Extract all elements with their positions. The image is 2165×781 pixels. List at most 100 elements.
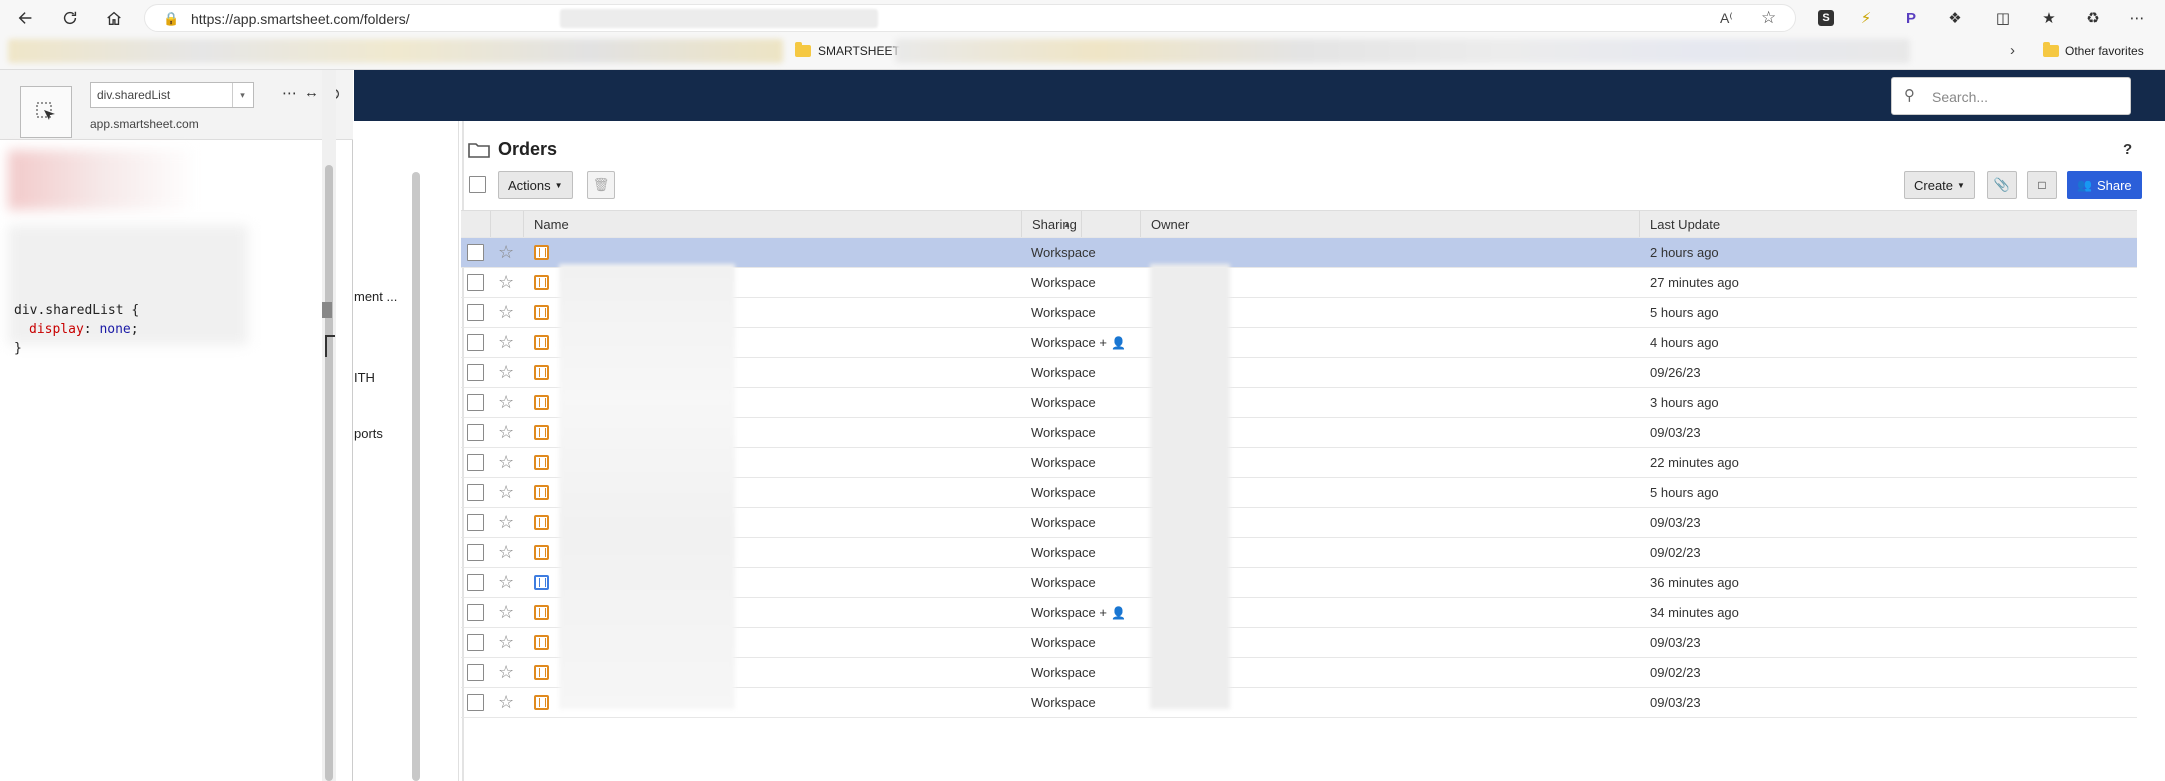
share-button[interactable]: 👥 Share [2067, 171, 2142, 199]
css-rule[interactable]: div.sharedList { display: none; } [14, 301, 139, 358]
favorite-star-icon[interactable]: ☆ [498, 662, 514, 683]
favorite-star-icon[interactable]: ☆ [498, 512, 514, 533]
sharing-cell: Workspace [1031, 425, 1096, 440]
header-checkbox-col [461, 211, 491, 237]
create-button[interactable]: Create ▼ [1904, 171, 1975, 199]
favorite-star-icon[interactable]: ☆ [498, 332, 514, 353]
comment-icon: □ [2038, 178, 2046, 192]
favorite-star-icon[interactable]: ☆ [498, 362, 514, 383]
row-checkbox[interactable] [467, 544, 484, 561]
last-update-cell: 2 hours ago [1650, 245, 1719, 260]
nav-item[interactable]: ment ... [354, 289, 397, 304]
extensions-puzzle-icon[interactable]: ❖ [1942, 5, 1968, 31]
devtools-scrollbar-thumb[interactable] [325, 165, 333, 781]
sharing-cell: Workspace [1031, 305, 1096, 320]
delete-button[interactable]: 🗑 [587, 171, 615, 199]
document-icon [534, 575, 549, 590]
row-checkbox[interactable] [467, 274, 484, 291]
create-label: Create [1914, 177, 1954, 193]
extension-bolt-icon[interactable]: ⚡ [1853, 5, 1879, 31]
sharing-cell: Workspace [1031, 545, 1096, 560]
row-checkbox[interactable] [467, 394, 484, 411]
last-update-cell: 09/03/23 [1650, 425, 1701, 440]
trash-icon: 🗑 [592, 177, 610, 192]
other-favorites[interactable]: Other favorites [2043, 42, 2144, 58]
last-update-cell: 22 minutes ago [1650, 455, 1739, 470]
extension-p-icon[interactable]: P [1898, 5, 1924, 31]
favorite-star-icon[interactable]: ☆ [498, 602, 514, 623]
favorite-folder-smartsheet[interactable]: SMARTSHEET [795, 42, 900, 58]
help-icon[interactable]: ? [2123, 141, 2132, 158]
split-screen-icon[interactable]: ◫ [1990, 5, 2016, 31]
last-update-cell: 09/03/23 [1650, 515, 1701, 530]
favorite-star-icon[interactable]: ☆ [498, 422, 514, 443]
address-bar[interactable]: 🔒 https://app.smartsheet.com/folders/ A⁽… [144, 4, 1796, 32]
select-all-checkbox[interactable] [469, 176, 486, 193]
owner-redacted [1150, 264, 1230, 709]
favorite-star-icon[interactable]: ☆ [498, 452, 514, 473]
favorite-star-icon[interactable]: ☆ [498, 302, 514, 323]
row-checkbox[interactable] [467, 454, 484, 471]
name-redacted [559, 264, 735, 709]
resize-handle[interactable] [325, 335, 335, 357]
row-checkbox[interactable] [467, 364, 484, 381]
row-checkbox[interactable] [467, 574, 484, 591]
favorite-star-icon[interactable]: ☆ [498, 482, 514, 503]
nav-item[interactable]: ports [354, 426, 383, 441]
row-checkbox[interactable] [467, 664, 484, 681]
more-options-icon[interactable]: ⋯ [282, 84, 297, 102]
row-checkbox[interactable] [467, 424, 484, 441]
header-sharing[interactable]: Sharing [1021, 211, 1141, 237]
sheet-icon [534, 305, 549, 320]
favorite-star-icon[interactable]: ☆ [498, 572, 514, 593]
sheet-icon [534, 455, 549, 470]
selector-input[interactable]: div.sharedList [90, 82, 254, 108]
actions-button[interactable]: Actions ▼ [498, 171, 573, 199]
row-checkbox[interactable] [467, 604, 484, 621]
chevron-down-icon[interactable]: ▾ [232, 83, 252, 107]
sheet-icon [534, 365, 549, 380]
header-name[interactable]: Name ▲ [524, 211, 1082, 237]
favorite-star-icon[interactable]: ☆ [498, 242, 514, 263]
refresh-icon[interactable] [56, 4, 84, 32]
attachments-button[interactable]: 📎 [1987, 171, 2017, 199]
last-update-cell: 36 minutes ago [1650, 575, 1739, 590]
row-checkbox[interactable] [467, 634, 484, 651]
home-icon[interactable] [100, 4, 128, 32]
read-aloud-icon[interactable]: A⁽ [1720, 10, 1733, 27]
last-update-cell: 5 hours ago [1650, 485, 1719, 500]
favorites-icon[interactable]: ★ [2036, 5, 2062, 31]
header-last-update[interactable]: Last Update [1640, 211, 2137, 237]
favorite-star-icon[interactable]: ☆ [1761, 8, 1776, 28]
favorite-star-icon[interactable]: ☆ [498, 632, 514, 653]
sheet-icon [534, 395, 549, 410]
chevron-right-icon[interactable]: › [2010, 42, 2015, 59]
caret-down-icon: ▼ [1957, 180, 1965, 190]
search-placeholder: Search... [1932, 89, 1989, 105]
dock-icon[interactable]: ↔ [304, 84, 319, 101]
extension-s-icon[interactable]: S [1813, 5, 1839, 31]
row-checkbox[interactable] [467, 244, 484, 261]
favorite-star-icon[interactable]: ☆ [498, 272, 514, 293]
devtools-redacted [8, 150, 198, 210]
row-checkbox[interactable] [467, 484, 484, 501]
person-icon: 👤 [1111, 335, 1126, 350]
back-icon[interactable] [12, 4, 40, 32]
favorite-star-icon[interactable]: ☆ [498, 692, 514, 713]
favorite-star-icon[interactable]: ☆ [498, 392, 514, 413]
row-checkbox[interactable] [467, 694, 484, 711]
header-owner[interactable]: Owner [1141, 211, 1640, 237]
row-checkbox[interactable] [467, 334, 484, 351]
collections-icon[interactable]: ♻ [2080, 5, 2106, 31]
row-checkbox[interactable] [467, 304, 484, 321]
nav-scrollbar[interactable] [412, 172, 420, 781]
title-row: Orders [468, 138, 557, 160]
comments-button[interactable]: □ [2027, 171, 2057, 199]
nav-item[interactable]: ITH [354, 370, 375, 385]
row-checkbox[interactable] [467, 514, 484, 531]
search-input[interactable]: ⚲ Search... [1891, 77, 2131, 115]
url-redacted [560, 9, 878, 28]
more-menu-icon[interactable]: ⋯ [2124, 5, 2150, 31]
favorite-star-icon[interactable]: ☆ [498, 542, 514, 563]
inspect-element-button[interactable] [20, 86, 72, 138]
